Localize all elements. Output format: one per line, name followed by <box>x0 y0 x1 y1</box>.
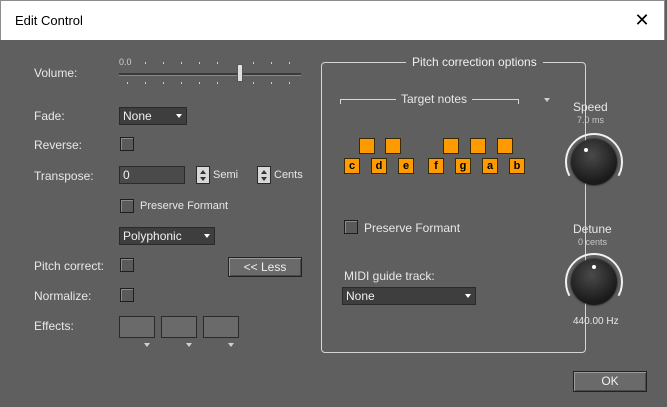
close-icon[interactable]: ✕ <box>630 8 654 32</box>
transpose-input[interactable]: 0 <box>119 166 185 184</box>
note-key-f[interactable]: f <box>428 158 444 174</box>
target-notes-label: Target notes <box>401 92 468 106</box>
effect-slot-1[interactable] <box>119 316 155 338</box>
cents-spinner[interactable] <box>257 166 271 184</box>
preserve-formant-checkbox[interactable] <box>120 199 134 213</box>
pitch-correction-group-title: Pitch correction options <box>406 55 543 69</box>
fade-label: Fade: <box>34 109 65 123</box>
effects-label: Effects: <box>34 319 74 333</box>
target-notes-header: Target notes <box>340 92 550 109</box>
mode-select[interactable]: Polyphonic <box>119 227 215 245</box>
fade-select-value: None <box>123 109 152 123</box>
chevron-down-icon[interactable] <box>144 343 150 347</box>
effect-slot-2[interactable] <box>161 316 197 338</box>
note-key-b[interactable]: b <box>509 158 525 174</box>
semi-spinner[interactable] <box>196 166 210 184</box>
black-key-c-sharp[interactable] <box>359 138 375 154</box>
midi-guide-select[interactable]: None <box>342 287 476 305</box>
detune-hz: 440.00 Hz <box>573 316 619 327</box>
chevron-down-icon[interactable] <box>186 343 192 347</box>
pitch-preserve-formant-label: Preserve Formant <box>364 221 461 235</box>
chevron-down-icon[interactable] <box>544 98 550 102</box>
midi-guide-label: MIDI guide track: <box>344 269 435 283</box>
pitch-correct-label: Pitch correct: <box>34 259 105 273</box>
note-key-c[interactable]: c <box>344 158 360 174</box>
black-key-d-sharp[interactable] <box>385 138 401 154</box>
volume-slider[interactable] <box>12 40 312 90</box>
preserve-formant-label: Preserve Formant <box>140 200 229 212</box>
speed-label: Speed <box>573 100 608 114</box>
volume-slider-thumb[interactable] <box>237 64 243 82</box>
less-button[interactable]: << Less <box>228 257 302 277</box>
black-key-a-sharp[interactable] <box>497 138 513 154</box>
normalize-label: Normalize: <box>34 289 92 303</box>
ok-button[interactable]: OK <box>573 371 647 392</box>
pitch-correct-checkbox[interactable] <box>120 258 134 272</box>
speed-value: 7.0 ms <box>577 115 605 125</box>
speed-knob[interactable] <box>565 133 623 191</box>
chevron-down-icon <box>465 294 471 298</box>
mode-select-value: Polyphonic <box>123 229 182 243</box>
pitch-preserve-formant-checkbox[interactable] <box>344 220 358 234</box>
transpose-label: Transpose: <box>34 169 94 183</box>
reverse-checkbox[interactable] <box>120 137 134 151</box>
black-key-g-sharp[interactable] <box>470 138 486 154</box>
note-key-g[interactable]: g <box>455 158 471 174</box>
reverse-label: Reverse: <box>34 138 83 152</box>
window-title: Edit Control <box>15 13 83 28</box>
midi-guide-select-value: None <box>346 289 375 303</box>
detune-knob[interactable] <box>565 253 623 311</box>
effect-slot-3[interactable] <box>203 316 239 338</box>
detune-label: Detune <box>573 222 612 236</box>
note-key-e[interactable]: e <box>398 158 414 174</box>
cents-label: Cents <box>274 169 303 181</box>
title-bar: Edit Control ✕ <box>0 0 665 40</box>
fade-select[interactable]: None <box>119 107 187 125</box>
detune-value: 0 cents <box>578 237 608 247</box>
black-key-f-sharp[interactable] <box>443 138 459 154</box>
note-key-a[interactable]: a <box>482 158 498 174</box>
normalize-checkbox[interactable] <box>120 288 134 302</box>
chevron-down-icon <box>204 234 210 238</box>
chevron-down-icon[interactable] <box>228 343 234 347</box>
semi-label: Semi <box>213 169 239 181</box>
note-key-d[interactable]: d <box>371 158 387 174</box>
chevron-down-icon <box>176 114 182 118</box>
pitch-correction-group: Pitch correction options Target notes c … <box>321 55 623 353</box>
dialog-body: Volume: 0.0 Fade: None Reverse: Transpos… <box>12 40 655 399</box>
volume-slider-track <box>119 73 301 76</box>
